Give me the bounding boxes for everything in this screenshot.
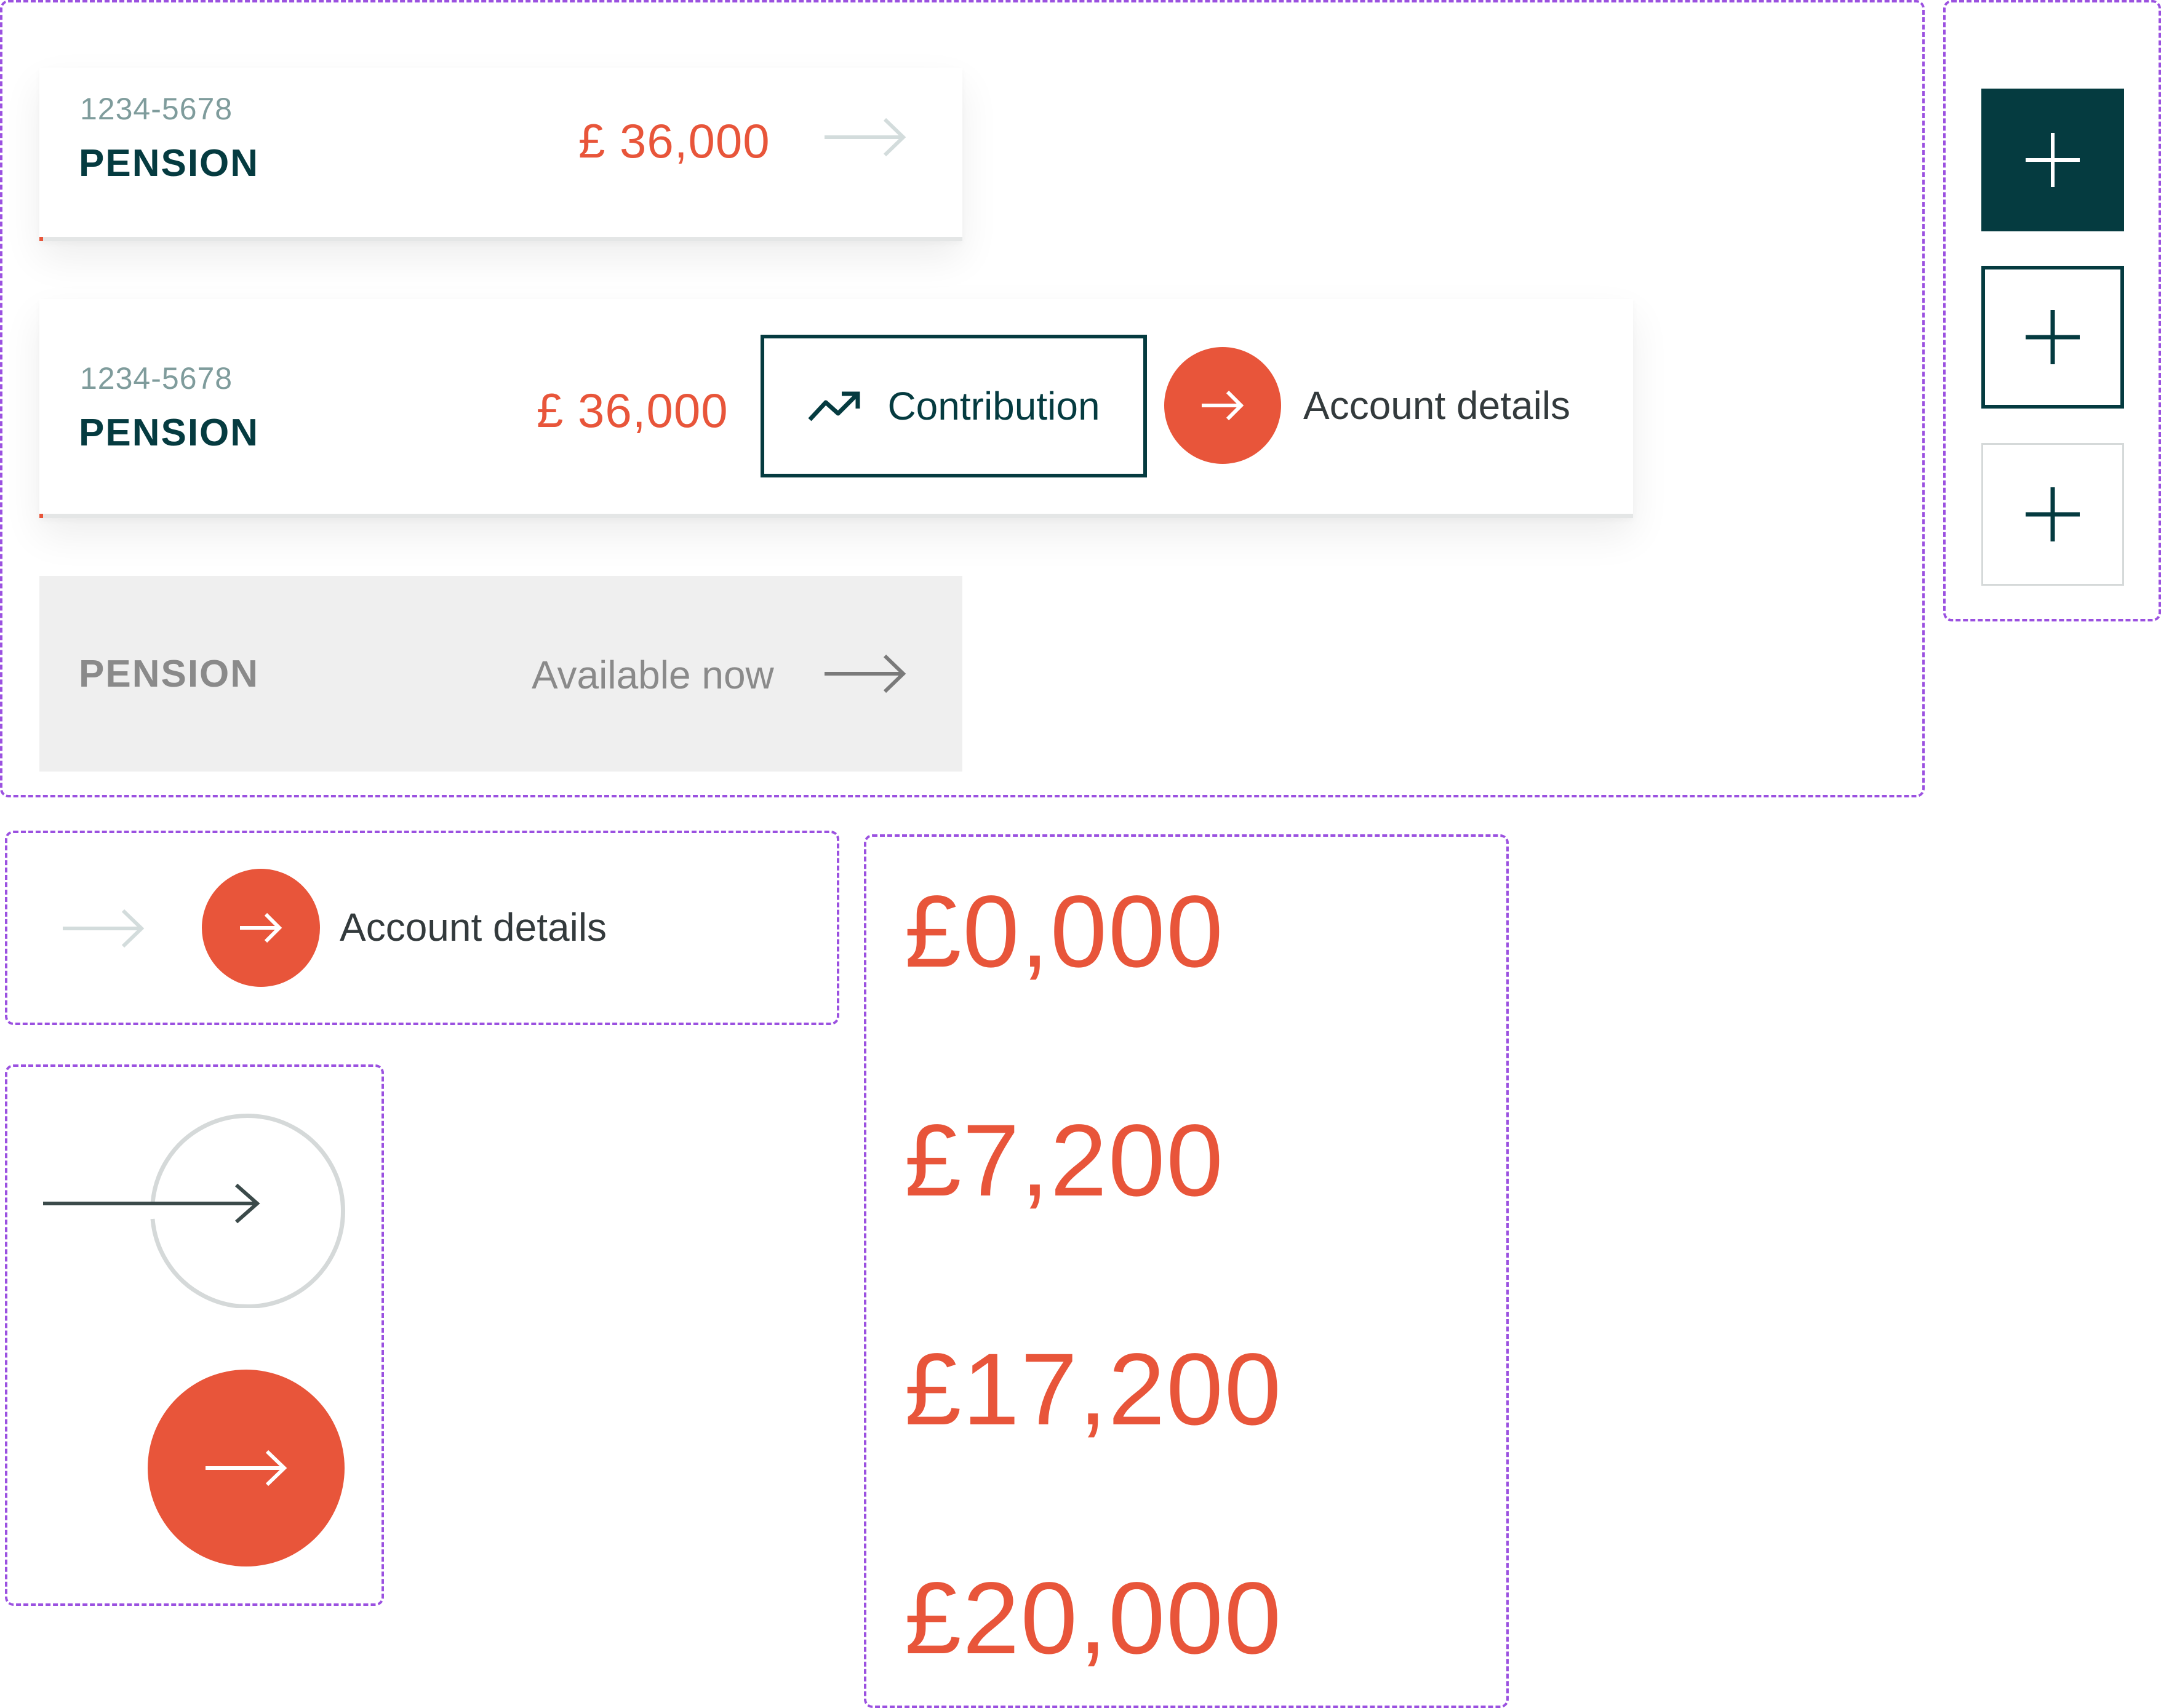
plus-icon — [2026, 133, 2080, 187]
amount-sample: £17,200 — [905, 1333, 1283, 1447]
account-number: 1234-5678 — [80, 361, 233, 396]
account-details-button[interactable] — [1164, 347, 1281, 464]
card-underline — [39, 237, 962, 241]
plus-icon — [2026, 487, 2080, 541]
card-underline — [39, 514, 1633, 518]
amount-sample: £0,000 — [905, 875, 1224, 989]
account-card-expanded[interactable]: 1234-5678 PENSION £ 36,000 Contribution … — [39, 299, 1633, 518]
arrow-right-icon — [206, 1450, 287, 1487]
account-balance: £ 36,000 — [578, 114, 770, 168]
arrow-right-icon — [825, 654, 906, 693]
arrow-right-icon[interactable] — [823, 116, 909, 159]
account-number: 1234-5678 — [80, 92, 233, 126]
amount-sample: £7,200 — [905, 1104, 1224, 1218]
availability-status: Available now — [532, 653, 774, 697]
arrow-right-icon — [1202, 390, 1244, 421]
contribution-label: Contribution — [887, 384, 1100, 428]
account-card-compact[interactable]: 1234-5678 PENSION £ 36,000 — [39, 68, 962, 241]
account-details-button[interactable] — [202, 869, 320, 987]
account-details-label[interactable]: Account details — [1303, 383, 1570, 428]
arrow-right-icon[interactable] — [62, 907, 148, 950]
account-name: PENSION — [79, 653, 260, 695]
add-button-light[interactable] — [1981, 443, 2124, 586]
add-button-outlined[interactable] — [1981, 266, 2124, 409]
arrow-ring-icon[interactable] — [37, 1099, 357, 1308]
contribution-button[interactable]: Contribution — [761, 335, 1147, 477]
account-details-label[interactable]: Account details — [340, 904, 607, 950]
account-name: PENSION — [79, 412, 260, 454]
arrow-right-icon — [240, 912, 282, 943]
next-button-large[interactable] — [148, 1370, 345, 1566]
trending-up-icon — [808, 391, 860, 421]
amount-sample: £20,000 — [905, 1562, 1283, 1675]
account-card-disabled: PENSION Available now — [39, 576, 962, 772]
add-button-filled[interactable] — [1981, 89, 2124, 231]
account-name: PENSION — [79, 142, 260, 185]
plus-icon — [2026, 310, 2080, 364]
account-balance: £ 36,000 — [537, 383, 729, 437]
